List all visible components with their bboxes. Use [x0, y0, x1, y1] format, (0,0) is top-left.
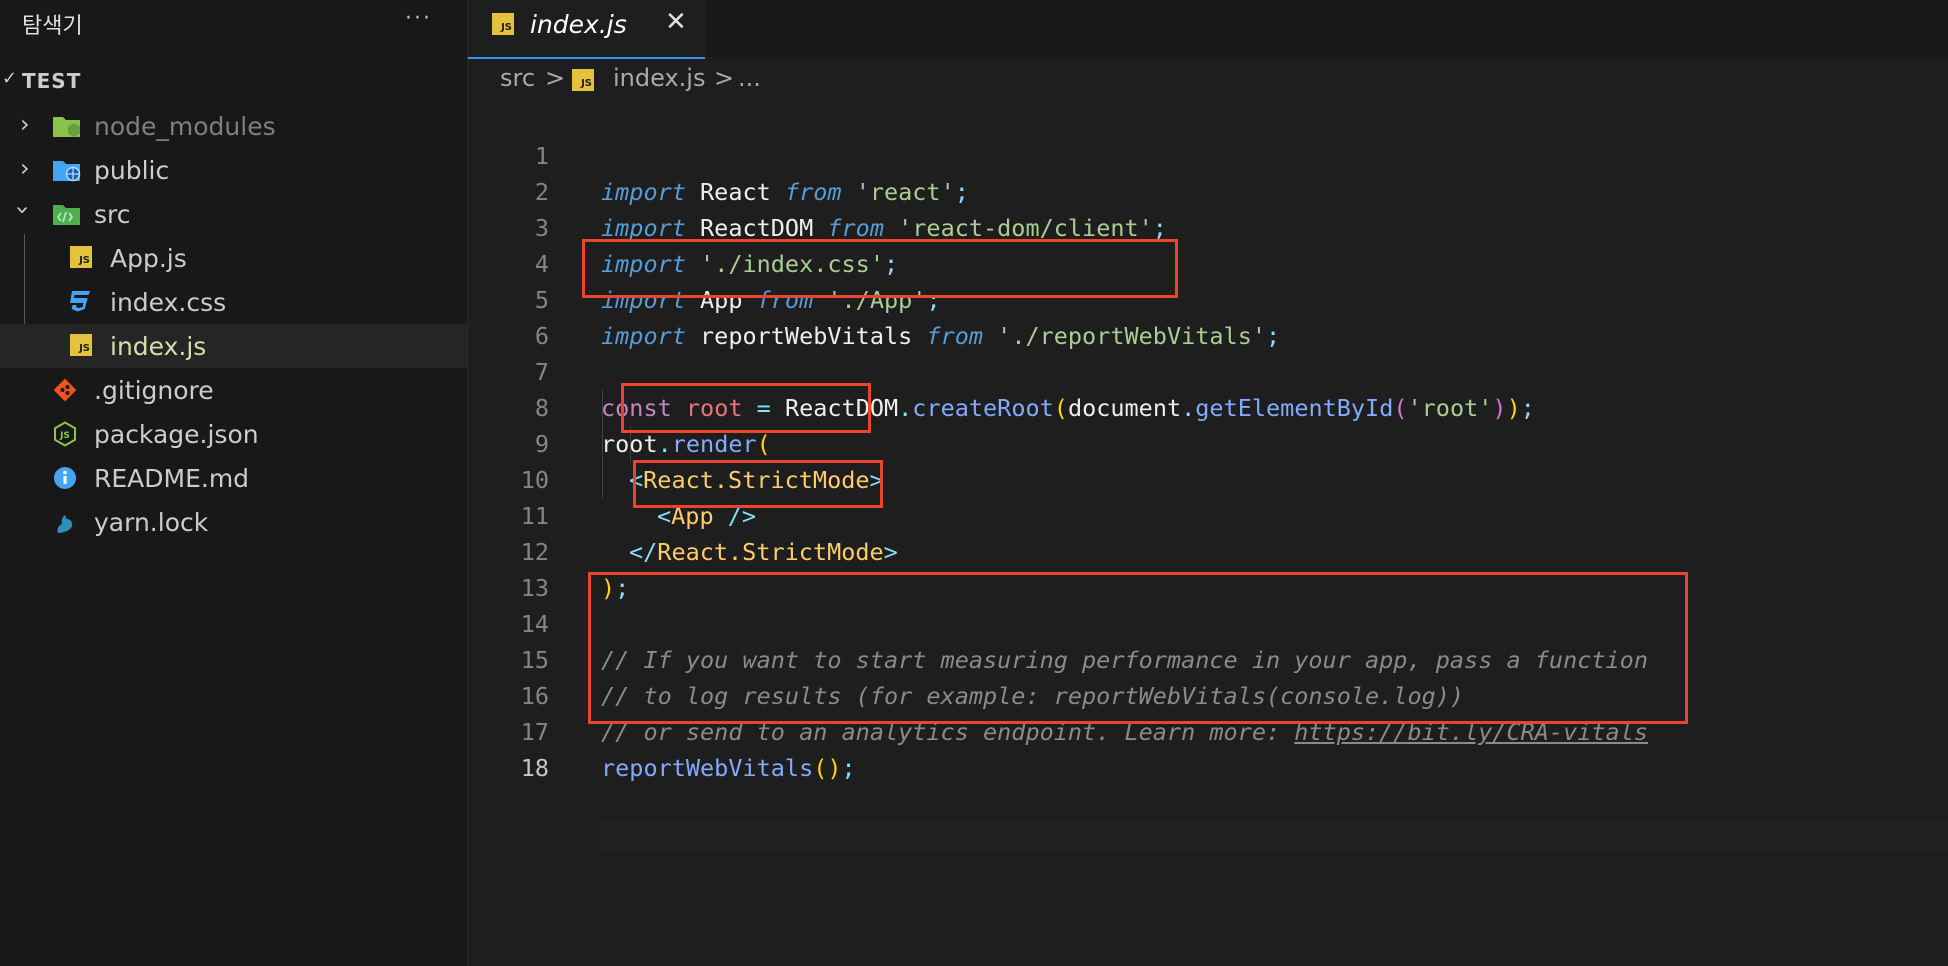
tree-item-package-json[interactable]: JS package.json	[0, 412, 467, 456]
svg-text:JS: JS	[59, 431, 70, 441]
folder-node-icon	[52, 113, 80, 139]
highlight-box-import	[582, 239, 1178, 298]
more-actions-icon[interactable]: ···	[405, 6, 432, 31]
tree-item-label: src	[94, 200, 131, 229]
tree-item-label: public	[94, 156, 170, 185]
info-icon	[52, 465, 80, 491]
yarn-icon	[52, 509, 80, 535]
tree-item-label: index.css	[110, 288, 227, 317]
code-line: 2 import ReactDOM from 'react-dom/client…	[468, 138, 1948, 242]
js-file-icon: JS	[70, 334, 98, 360]
tree-item-node-modules[interactable]: › node_modules	[0, 104, 467, 148]
breadcrumb: src > JS index.js > ...	[500, 64, 761, 92]
breadcrumb-file[interactable]: index.js	[613, 64, 705, 92]
tree-item-label: .gitignore	[94, 376, 214, 405]
highlight-box-report-vitals	[588, 572, 1688, 724]
chevron-right-icon: >	[545, 64, 566, 92]
tree-item-label: node_modules	[94, 112, 276, 141]
folder-src-icon	[52, 201, 80, 227]
chevron-right-icon: ›	[20, 154, 30, 182]
tab-index-js[interactable]: JS index.js ✕	[468, 0, 705, 59]
workspace-root-label: TEST	[22, 69, 82, 93]
explorer-title: 탐색기	[22, 14, 83, 39]
tree-item-gitignore[interactable]: .gitignore	[0, 368, 467, 412]
code-line: 3 import './index.css';	[468, 174, 1948, 278]
code-line: 7 const root = ReactDOM.createRoot(docum…	[468, 318, 1948, 422]
js-file-icon: JS	[70, 246, 98, 272]
explorer-sidebar: 탐색기 ··· ✓ TEST › node_modules › public ›…	[0, 0, 468, 966]
highlight-box-strictmode-close	[633, 460, 883, 508]
highlight-box-strictmode-open	[621, 383, 871, 433]
chevron-right-icon: ›	[20, 110, 30, 138]
tree-item-public[interactable]: › public	[0, 148, 467, 192]
tree-item-label: App.js	[110, 244, 187, 273]
tree-item-app-js[interactable]: JS App.js	[0, 236, 467, 280]
tree-item-yarn-lock[interactable]: yarn.lock	[0, 500, 467, 544]
tree-item-label: package.json	[94, 420, 259, 449]
folder-public-icon	[52, 157, 81, 183]
tree-item-src[interactable]: › src	[0, 192, 467, 236]
nodejs-icon: JS	[52, 421, 80, 447]
close-icon[interactable]: ✕	[665, 7, 687, 37]
chevron-down-icon: ›	[8, 205, 37, 215]
tree-item-index-js[interactable]: JS index.js	[0, 324, 467, 368]
chevron-down-icon: ✓	[2, 68, 18, 89]
code-line: 13	[468, 534, 1948, 602]
tree-item-index-css[interactable]: index.css	[0, 280, 467, 324]
workspace-root[interactable]: ✓ TEST	[0, 66, 467, 96]
css-file-icon	[68, 288, 96, 314]
line-number: 18	[520, 754, 549, 782]
breadcrumb-ellipsis[interactable]: ...	[738, 64, 761, 92]
tab-label: index.js	[530, 10, 627, 39]
code-line: 1 import React from 'react';	[468, 102, 1948, 206]
editor-area: JS index.js ✕ src > JS index.js > ... 1 …	[468, 0, 1948, 966]
breadcrumb-folder[interactable]: src	[500, 64, 535, 92]
current-line-highlight	[600, 818, 1948, 854]
tree-item-label: index.js	[110, 332, 207, 361]
js-file-icon: JS	[492, 13, 514, 35]
tree-item-label: README.md	[94, 464, 250, 493]
git-icon	[52, 377, 80, 403]
chevron-right-icon: >	[714, 64, 735, 92]
tree-item-label: yarn.lock	[94, 508, 209, 537]
tree-item-readme[interactable]: README.md	[0, 456, 467, 500]
tab-bar: JS index.js ✕	[468, 0, 1948, 59]
